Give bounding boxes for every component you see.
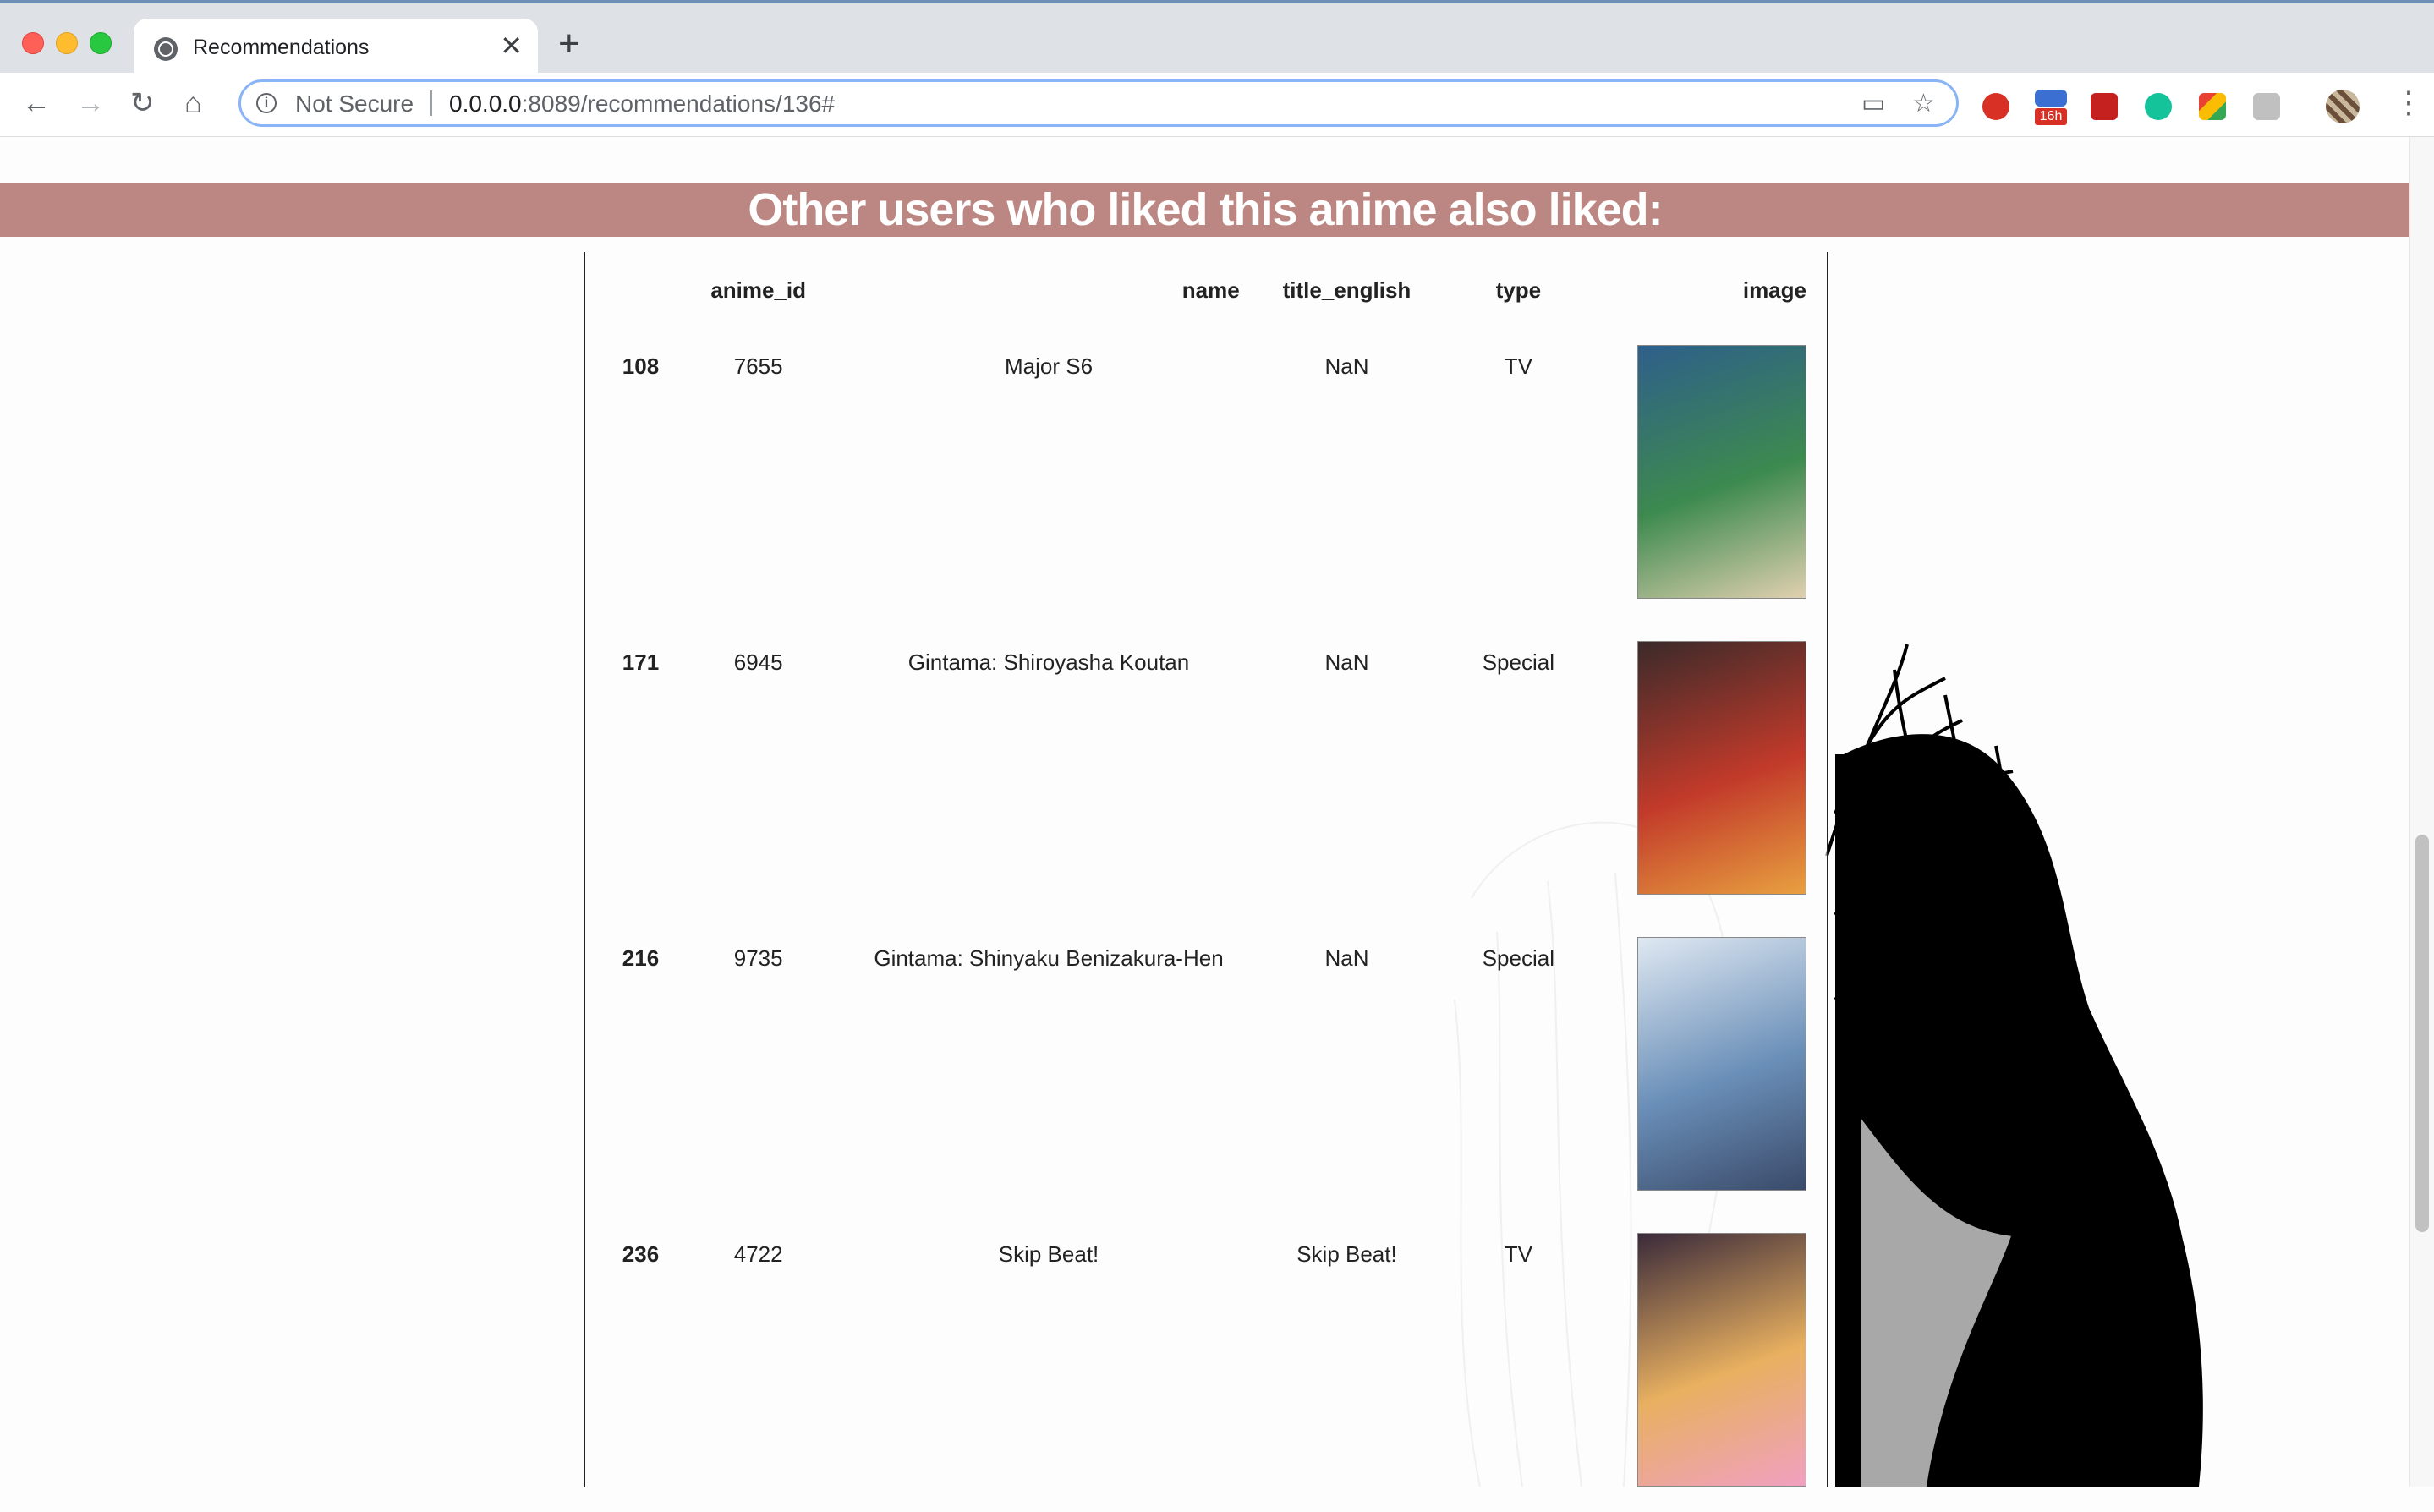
tab-strip: Recommendations ✕ + bbox=[0, 0, 2434, 76]
row-index: 108 bbox=[622, 353, 660, 379]
tab-title: Recommendations bbox=[193, 36, 370, 59]
table-row: 236 4722 Skip Beat! Skip Beat! TV bbox=[585, 1216, 1827, 1512]
lastpass-extension-icon[interactable] bbox=[2091, 93, 2118, 120]
calendar-extension-icon[interactable] bbox=[2035, 90, 2067, 107]
anime-name-cell: Skip Beat! bbox=[998, 1241, 1099, 1267]
table-row: 216 9735 Gintama: Shinyaku Benizakura-Hen N… bbox=[585, 920, 1827, 1216]
grammarly-extension-icon[interactable] bbox=[2145, 93, 2172, 120]
generic-extension-icon[interactable] bbox=[2253, 93, 2280, 120]
address-bar[interactable]: i Not Secure 0.0.0.0:8089/recommendation… bbox=[238, 79, 1959, 127]
anime-poster-image bbox=[1637, 345, 1806, 599]
page-scrollbar[interactable] bbox=[2409, 137, 2434, 1487]
colorzilla-extension-icon[interactable] bbox=[2199, 93, 2226, 120]
anime-poster-image bbox=[1637, 937, 1806, 1191]
image-cell bbox=[1620, 1216, 1827, 1512]
anime-poster-image bbox=[1637, 641, 1806, 895]
anime-id-cell: 6945 bbox=[733, 649, 783, 675]
table-row: 171 6945 Gintama: Shiroyasha Koutan NaN Spec… bbox=[585, 624, 1827, 920]
profile-avatar[interactable] bbox=[2326, 90, 2360, 123]
back-arrow-icon[interactable]: ← bbox=[22, 86, 51, 120]
anime-id-cell: 4722 bbox=[733, 1241, 783, 1267]
table-row: 108 7655 Major S6 NaN TV bbox=[585, 328, 1827, 624]
recommendations-table: anime_id name title_english type image 1… bbox=[584, 252, 1828, 1487]
address-divider bbox=[430, 90, 432, 116]
type-cell: Special bbox=[1482, 945, 1554, 971]
anime-id-cell: 7655 bbox=[733, 353, 783, 379]
image-cell bbox=[1620, 624, 1827, 920]
globe-icon bbox=[154, 37, 178, 61]
title-english-cell: NaN bbox=[1324, 945, 1369, 971]
tab-recommendations[interactable]: Recommendations ✕ bbox=[134, 19, 538, 76]
maximize-window-button[interactable] bbox=[90, 32, 112, 54]
type-cell: TV bbox=[1504, 1241, 1532, 1267]
name-header: name bbox=[1181, 277, 1240, 303]
close-tab-icon[interactable]: ✕ bbox=[500, 32, 523, 59]
browser-toolbar: ← → ↻ ⌂ i Not Secure 0.0.0.0:8089/recomm… bbox=[0, 73, 2434, 137]
home-icon[interactable]: ⌂ bbox=[184, 86, 202, 120]
new-tab-button[interactable]: + bbox=[558, 25, 580, 63]
type-cell: TV bbox=[1504, 353, 1532, 379]
table-header-row: anime_id name title_english type image bbox=[585, 252, 1827, 328]
image-header: image bbox=[1742, 277, 1806, 303]
anime-name-cell: Major S6 bbox=[1004, 353, 1094, 379]
info-icon[interactable]: i bbox=[256, 93, 277, 113]
page-heading: Other users who liked this anime also li… bbox=[0, 183, 2410, 237]
minimize-window-button[interactable] bbox=[56, 32, 78, 54]
anime-name-cell: Gintama: Shinyaku Benizakura-Hen bbox=[874, 945, 1224, 971]
index-header bbox=[585, 252, 696, 328]
page-content: Other users who liked this anime also li… bbox=[0, 137, 2434, 1487]
scrollbar-thumb[interactable] bbox=[2415, 835, 2429, 1232]
adblock-extension-icon[interactable] bbox=[1982, 93, 2009, 120]
type-cell: Special bbox=[1482, 649, 1554, 675]
url-text[interactable]: 0.0.0.0:8089/recommendations/136# bbox=[449, 90, 835, 118]
anime-name-cell: Gintama: Shiroyasha Koutan bbox=[907, 649, 1190, 675]
menu-kebab-icon[interactable]: ⋮ bbox=[2393, 85, 2424, 120]
security-label[interactable]: Not Secure bbox=[295, 90, 414, 118]
extension-badge: 16h bbox=[2035, 108, 2067, 125]
anime-poster-image bbox=[1637, 1233, 1806, 1487]
bookmark-star-icon[interactable]: ☆ bbox=[1912, 89, 1935, 118]
title-english-cell: NaN bbox=[1324, 649, 1369, 675]
title-english-header: title_english bbox=[1282, 277, 1412, 303]
reload-icon[interactable]: ↻ bbox=[130, 86, 155, 120]
row-index: 171 bbox=[622, 649, 660, 675]
type-header: type bbox=[1495, 277, 1542, 303]
title-english-cell: NaN bbox=[1324, 353, 1369, 379]
row-index: 216 bbox=[622, 945, 660, 971]
close-window-button[interactable] bbox=[22, 32, 44, 54]
forward-arrow-icon[interactable]: → bbox=[76, 86, 105, 120]
title-english-cell: Skip Beat! bbox=[1296, 1241, 1397, 1267]
anime-id-cell: 9735 bbox=[733, 945, 783, 971]
row-index: 236 bbox=[622, 1241, 660, 1267]
cast-icon[interactable]: ▭ bbox=[1861, 89, 1885, 118]
anime-id-header: anime_id bbox=[710, 277, 807, 303]
image-cell bbox=[1620, 328, 1827, 624]
image-cell bbox=[1620, 920, 1827, 1216]
